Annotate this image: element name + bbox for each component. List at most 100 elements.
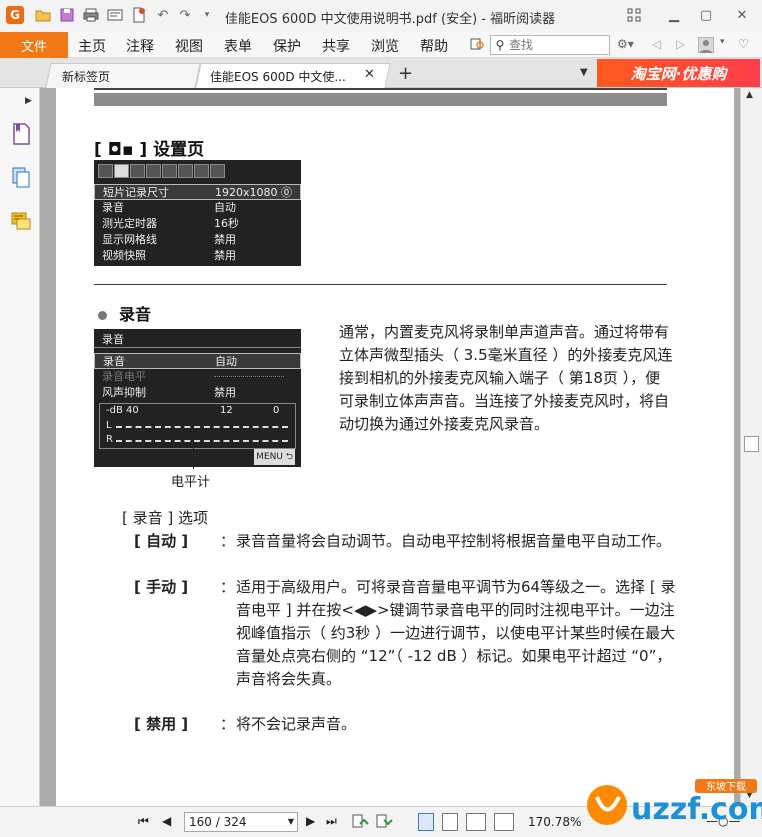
user-dropdown-icon[interactable]: ▾ [720, 37, 725, 47]
layout-icon[interactable] [620, 4, 648, 26]
watermark-subtext: 东坡下载 [706, 780, 746, 793]
find-tool-icon[interactable] [470, 37, 486, 54]
camera-menu-tabs [98, 164, 226, 182]
settings-gear-icon[interactable]: ⚙▾ [617, 37, 634, 51]
options-heading: [ 录音 ] 选项 [122, 509, 209, 527]
minimize-icon[interactable]: ▁ [660, 4, 688, 26]
file-menu-button[interactable]: 文件 [0, 32, 68, 58]
meter-channel-label: R [106, 434, 113, 445]
facing-view-icon[interactable] [466, 813, 486, 831]
scroll-up-icon[interactable]: ▲ [746, 90, 753, 100]
tab-new-label[interactable]: 新标签页 [62, 68, 110, 85]
tab-list-dropdown-icon[interactable]: ▼ [580, 67, 588, 78]
previous-page-icon[interactable]: ◀ [162, 814, 171, 828]
redo-icon[interactable]: ↷ [176, 6, 194, 24]
close-icon[interactable]: ✕ [728, 4, 756, 26]
meter-bar-left [116, 426, 288, 428]
meter-channel-label: L [106, 420, 112, 431]
properties-icon[interactable] [106, 6, 124, 24]
first-page-icon[interactable]: ⏮ [138, 814, 149, 829]
menu-protect[interactable]: 保护 [273, 36, 301, 56]
new-tab-icon[interactable]: + [398, 63, 413, 84]
option-key: [ 自动 ] [134, 532, 189, 550]
search-icon: ⚲ [495, 38, 505, 52]
header-rule [94, 88, 667, 90]
meter-scale-label: 12 [220, 405, 233, 416]
user-avatar-icon[interactable] [697, 36, 715, 56]
forward-icon[interactable]: ▷ [676, 37, 685, 51]
print-icon[interactable] [82, 6, 100, 24]
next-page-icon[interactable]: ▶ [306, 814, 315, 828]
scrollbar-thumb[interactable] [744, 436, 759, 452]
pdf-page: [ ◘▪ ] 设置页 短片记录尺寸 1920x1080 ⓪ 录音 自动 测光定时器 1… [56, 88, 734, 806]
status-bar: ⏮ ◀ 160 / 324 ▼ ▶ ⏭ 170.78% —○— uzzf.com… [0, 779, 762, 837]
recording-settings-screen: 录音 录音 自动 录音电平 风声抑制 禁用 -dB 40 12 0 L R MENU… [94, 329, 301, 467]
lcd-row: 风声抑制 禁用 [102, 386, 236, 399]
menu-comment[interactable]: 注释 [126, 36, 154, 56]
new-document-icon[interactable] [130, 6, 148, 24]
tab-bar: 新标签页 佳能EOS 600D 中文使... ✕ + ▼ 淘宝网·优惠购 [0, 58, 762, 88]
option-separator: ： [220, 578, 236, 596]
meter-scale-label: -dB 40 [106, 405, 139, 416]
tab-document-label[interactable]: 佳能EOS 600D 中文使... [210, 68, 346, 85]
foxit-logo-icon[interactable]: G [6, 6, 24, 24]
zoom-level[interactable]: 170.78% [528, 815, 581, 829]
next-view-icon[interactable] [376, 814, 394, 833]
camera-menu-screen: 短片记录尺寸 1920x1080 ⓪ 录音 自动 测光定时器 16秒 显示网格线 禁用 … [94, 160, 301, 266]
meter-bar-right [116, 440, 288, 442]
lcd-row: 短片记录尺寸 1920x1080 ⓪ [94, 184, 301, 200]
pages-thumbnail-icon[interactable] [10, 166, 32, 190]
bullet-icon [98, 311, 107, 320]
search-box[interactable]: ⚲ [490, 35, 610, 55]
undo-icon[interactable]: ↶ [154, 6, 172, 24]
body-paragraph: 通常，内置麦克风将录制单声道声音。通过将带有立体声微型插头（ 3.5毫米直径 ）… [339, 323, 673, 433]
lcd-row: 视频快照 禁用 [102, 249, 236, 262]
title-bar: G ↶ ↷ ▾ 佳能EOS 600D 中文使用说明书.pdf (安全) - 福昕… [0, 0, 762, 32]
caption-pointer-line [193, 447, 194, 469]
window-title: 佳能EOS 600D 中文使用说明书.pdf (安全) - 福昕阅读器 [224, 12, 556, 27]
option-description: 将不会记录声音。 [236, 715, 357, 733]
page-dropdown-icon[interactable]: ▼ [288, 813, 294, 831]
open-folder-icon[interactable] [34, 6, 52, 24]
uzzf-watermark-logo: uzzf.com 东坡下载 [587, 779, 762, 827]
option-separator: ： [220, 715, 236, 733]
lcd-row: 录音 自动 [94, 353, 301, 369]
last-page-icon[interactable]: ⏭ [326, 814, 337, 829]
lcd-row: 录音电平 [94, 369, 301, 385]
continuous-facing-view-icon[interactable] [494, 813, 514, 831]
save-icon[interactable] [58, 6, 76, 24]
menu-back-label: MENU ⮌ [254, 449, 295, 465]
menu-share[interactable]: 共享 [322, 36, 350, 56]
menu-form[interactable]: 表单 [224, 36, 252, 56]
option-separator: ： [220, 532, 236, 550]
single-page-view-icon[interactable] [418, 813, 434, 831]
section-divider [94, 284, 667, 285]
comments-icon[interactable] [10, 210, 32, 234]
option-key: [ 手动 ] [134, 578, 189, 596]
bookmark-icon[interactable] [10, 122, 32, 146]
vertical-scrollbar[interactable]: ▲ ▼ [740, 88, 762, 806]
option-description: 录音音量将会自动调节。自动电平控制将根据音量电平自动工作。 [236, 532, 672, 550]
option-description: 适用于高级用户。可将录音音量电平调节为64等级之一。选择 [ 录音电平 ] 并在… [236, 578, 676, 688]
previous-view-icon[interactable] [352, 814, 370, 833]
document-viewport[interactable]: [ ◘▪ ] 设置页 短片记录尺寸 1920x1080 ⓪ 录音 自动 测光定时器 1… [41, 88, 740, 806]
level-meter: -dB 40 12 0 L R [99, 403, 296, 449]
menu-home[interactable]: 主页 [78, 36, 106, 56]
menu-browse[interactable]: 浏览 [371, 36, 399, 56]
menu-view[interactable]: 视图 [175, 36, 203, 56]
option-key: [ 禁用 ] [134, 715, 189, 733]
lcd-row: 显示网格线 禁用 [102, 233, 236, 246]
search-input[interactable] [509, 38, 605, 52]
collapse-ribbon-icon[interactable]: ♡ [738, 37, 749, 51]
subsection-title: 录音 [98, 301, 151, 325]
continuous-view-icon[interactable] [442, 813, 458, 831]
tab-close-icon[interactable]: ✕ [364, 67, 375, 82]
ad-banner[interactable]: 淘宝网·优惠购 [597, 59, 760, 87]
maximize-icon[interactable]: ▢ [692, 4, 720, 26]
menu-help[interactable]: 帮助 [420, 36, 448, 56]
meter-caption: 电平计 [171, 475, 211, 490]
page-number-input[interactable]: 160 / 324 ▼ [184, 812, 298, 832]
back-icon[interactable]: ◁ [652, 37, 661, 51]
expand-panel-icon[interactable]: ▶ [25, 96, 32, 106]
left-navigation-panel: ▶ [0, 88, 40, 806]
